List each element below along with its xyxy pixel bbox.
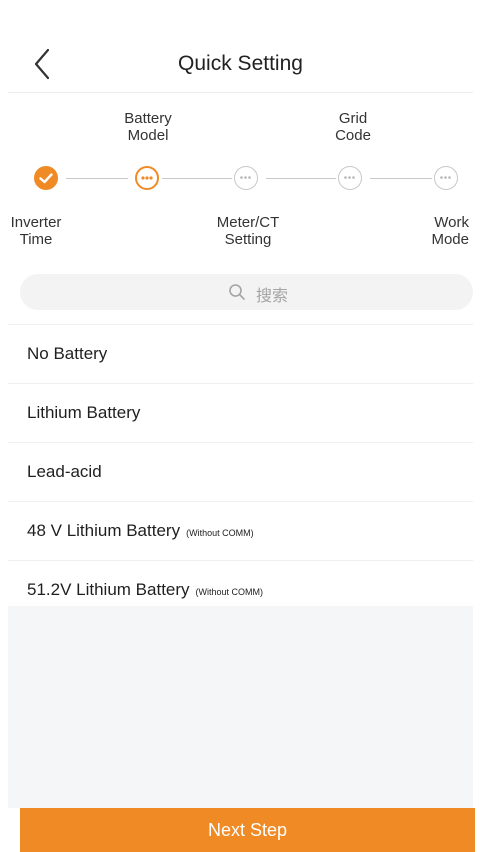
step-battery-model-current[interactable] [135,166,159,190]
more-dots-icon [240,176,251,179]
header-bar: Quick Setting [0,0,481,92]
more-dots-icon [141,176,153,180]
setup-progress-stepper: Battery Model Grid Code Inverter Time Me… [8,93,473,265]
list-item-lithium-battery[interactable]: Lithium Battery [8,383,473,442]
step-label-meter-ct: Meter/CT Setting [216,214,280,248]
item-label: 51.2V Lithium Battery [27,580,190,599]
next-step-button[interactable]: Next Step [20,808,475,852]
search-icon [229,284,245,300]
page-title: Quick Setting [178,52,303,75]
battery-model-list: No Battery Lithium Battery Lead-acid 48 … [8,324,473,619]
search-input[interactable]: 搜索 [20,274,473,310]
empty-content-area [8,606,473,808]
step-work-mode-pending[interactable] [434,166,458,190]
step-label-work-mode: Work Mode [431,214,469,248]
search-placeholder: 搜索 [256,286,289,305]
item-label: 48 V Lithium Battery [27,521,181,540]
step-label-grid-code: Grid Code [335,110,371,144]
step-meter-ct-pending[interactable] [234,166,258,190]
step-label-battery-model: Battery Model [124,110,172,144]
step-inverter-time-done[interactable] [34,166,58,190]
item-label: No Battery [27,344,108,363]
list-item-no-battery[interactable]: No Battery [8,324,473,383]
item-note: (Without COMM) [186,528,254,538]
check-icon [39,173,53,184]
item-label: Lead-acid [27,462,102,481]
more-dots-icon [344,176,355,179]
step-grid-code-pending[interactable] [338,166,362,190]
list-item-48v-lithium[interactable]: 48 V Lithium Battery (Without COMM) [8,501,473,560]
more-dots-icon [440,176,451,179]
list-item-lead-acid[interactable]: Lead-acid [8,442,473,501]
step-connector [66,178,128,179]
item-note: (Without COMM) [195,587,264,597]
step-connector [266,178,336,179]
step-connector [370,178,432,179]
item-label: Lithium Battery [27,403,141,422]
step-label-inverter-time: Inverter Time [10,214,62,248]
step-connector [162,178,232,179]
